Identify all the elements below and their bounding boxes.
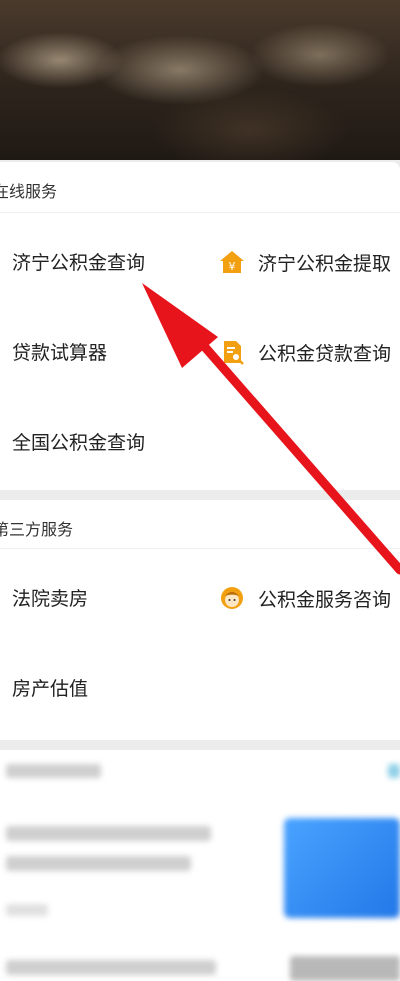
house-yuan-icon: ¥: [218, 248, 246, 276]
service-national-fund-query[interactable]: 全国公积金查询: [12, 428, 145, 455]
service-jining-fund-query[interactable]: 济宁公积金查询: [12, 248, 145, 275]
service-loan-calculator[interactable]: 贷款试算器: [12, 338, 107, 365]
section-title-online: 在线服务: [0, 182, 58, 201]
section-title-third-party: 第三方服务: [0, 520, 74, 539]
service-fund-consulting[interactable]: 公积金服务咨询: [218, 584, 391, 612]
service-label: 公积金贷款查询: [258, 342, 392, 365]
service-label: 济宁公积金查询: [12, 252, 146, 274]
blurred-content: [0, 750, 400, 981]
third-party-services-card: 第三方服务 法院卖房 公积金服务咨询 房产估值: [0, 500, 400, 740]
service-label: 法院卖房: [12, 588, 89, 610]
advisor-avatar-icon: [218, 584, 246, 612]
service-jining-fund-withdraw[interactable]: ¥ 济宁公积金提取: [218, 248, 391, 276]
service-label: 房产估值: [12, 678, 89, 700]
service-court-house-sale[interactable]: 法院卖房: [12, 584, 88, 611]
blurred-article-list: [0, 750, 400, 981]
svg-text:¥: ¥: [229, 260, 236, 273]
service-label: 公积金服务咨询: [258, 588, 392, 611]
header-banner-image: [0, 0, 400, 160]
divider: [0, 212, 400, 213]
service-label: 贷款试算器: [12, 342, 108, 364]
service-label: 全国公积金查询: [12, 432, 146, 454]
online-services-card: 在线服务 济宁公积金查询 ¥ 济宁公积金提取 贷款试算器 公积金贷款查询 全国公…: [0, 162, 400, 490]
document-search-icon: [218, 338, 246, 366]
service-label: 济宁公积金提取: [258, 252, 392, 275]
service-house-valuation[interactable]: 房产估值: [12, 674, 88, 701]
divider: [0, 548, 400, 549]
service-loan-query[interactable]: 公积金贷款查询: [218, 338, 391, 366]
